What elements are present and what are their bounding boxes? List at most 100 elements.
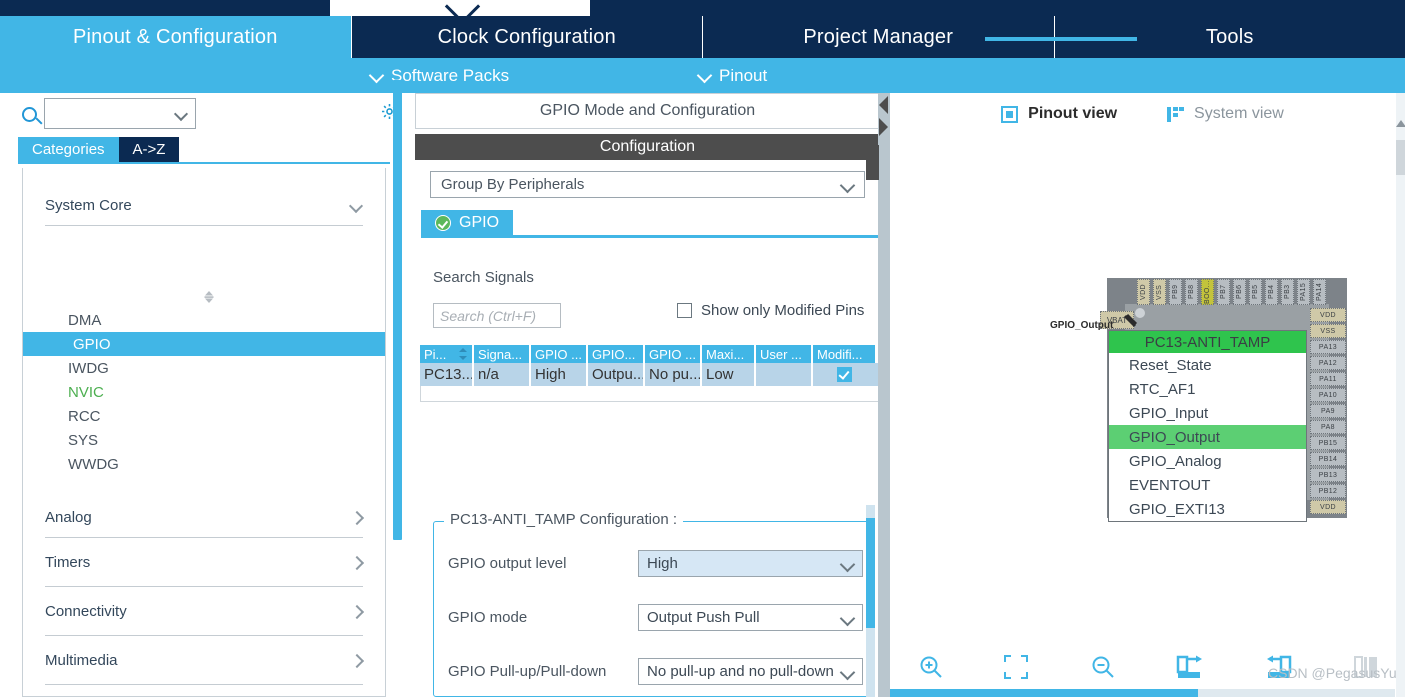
middle-scrollbar-thumb[interactable]	[866, 518, 875, 628]
sidebar-item-iwdg[interactable]: IWDG	[23, 356, 385, 380]
fit-screen-button[interactable]	[995, 648, 1037, 686]
pin-top-5[interactable]: PB7	[1217, 279, 1230, 305]
main-tab-bar: Pinout & Configuration Clock Configurati…	[0, 16, 1405, 58]
category-computing[interactable]: Computing	[45, 685, 363, 696]
column-header-gpio-mode[interactable]: GPIO...	[588, 345, 645, 363]
column-header-signal[interactable]: Signa...	[474, 345, 531, 363]
chevron-down-icon[interactable]	[350, 201, 363, 210]
pin-top-3[interactable]: PB8	[1185, 279, 1198, 305]
tab-categories[interactable]: Categories	[18, 137, 119, 162]
tab-pinout-view[interactable]: Pinout view	[1001, 105, 1117, 123]
pin-top-11[interactable]: PA14	[1313, 279, 1326, 305]
column-header-gpio-pull[interactable]: GPIO ...	[645, 345, 702, 363]
pin-right-12[interactable]: VDD	[1310, 500, 1346, 514]
pin-right-2[interactable]: PA13	[1310, 340, 1346, 354]
sort-icon[interactable]	[458, 348, 468, 360]
chevron-down-icon[interactable]	[841, 613, 854, 623]
tab-clock-configuration[interactable]: Clock Configuration	[352, 16, 703, 58]
table-row[interactable]: PC13... n/a High Outpu... No pu... Low	[420, 363, 880, 386]
modified-checkbox[interactable]	[836, 367, 852, 382]
menu-item-gpio-input[interactable]: GPIO_Input	[1109, 401, 1306, 425]
chevron-right-icon[interactable]	[352, 556, 363, 569]
pin-right-8[interactable]: PB15	[1310, 436, 1346, 450]
menu-item-rtc-af1[interactable]: RTC_AF1	[1109, 377, 1306, 401]
pin-right-6[interactable]: PA9	[1310, 404, 1346, 418]
column-header-modified[interactable]: Modifi...	[813, 345, 875, 363]
group-by-select[interactable]: Group By Peripherals	[430, 171, 865, 198]
chevron-right-icon[interactable]	[352, 511, 363, 524]
column-header-max-speed[interactable]: Maxi...	[702, 345, 756, 363]
pin-top-4[interactable]: BOO...	[1201, 279, 1214, 305]
zoom-in-button[interactable]	[910, 648, 952, 686]
menu-item-gpio-analog[interactable]: GPIO_Analog	[1109, 449, 1306, 473]
chevron-down-icon[interactable]	[841, 667, 854, 677]
menu-item-gpio-output[interactable]: GPIO_Output	[1109, 425, 1306, 449]
pin-right-5[interactable]: PA10	[1310, 388, 1346, 402]
pin-top-8[interactable]: PB4	[1265, 279, 1278, 305]
column-header-user-label[interactable]: User ...	[756, 345, 813, 363]
column-header-gpio-output-level[interactable]: GPIO ...	[531, 345, 588, 363]
pin-right-7[interactable]: PA8	[1310, 420, 1346, 434]
right-scrollbar-thumb[interactable]	[1396, 140, 1405, 175]
pin-top-10[interactable]: PA15	[1297, 279, 1310, 305]
sidebar-item-gpio[interactable]: GPIO	[23, 332, 385, 356]
field-gpio-mode: GPIO mode Output Push Pull	[448, 604, 863, 631]
pin-right-4[interactable]: PA11	[1310, 372, 1346, 386]
signal-search-input[interactable]: Search (Ctrl+F)	[433, 303, 561, 328]
sidebar-item-sys[interactable]: SYS	[23, 428, 385, 452]
sidebar-item-rcc[interactable]: RCC	[23, 404, 385, 428]
menu-item-reset-state[interactable]: Reset_State	[1109, 353, 1306, 377]
menu-software-packs[interactable]: Software Packs	[370, 58, 509, 93]
menu-item-gpio-exti13[interactable]: GPIO_EXTI13	[1109, 497, 1306, 521]
pin-top-0[interactable]: VDD	[1137, 279, 1150, 305]
chevron-down-icon[interactable]	[841, 180, 854, 190]
zoom-out-button[interactable]	[1082, 648, 1124, 686]
category-system-core[interactable]: System Core	[45, 186, 363, 226]
bottom-scrollbar-thumb[interactable]	[890, 689, 1198, 697]
column-header-pin[interactable]: Pi...	[420, 345, 474, 363]
show-modified-pins-row[interactable]: Show only Modified Pins	[677, 302, 864, 319]
pin-top-6[interactable]: PB6	[1233, 279, 1246, 305]
pin-right-11[interactable]: PB12	[1310, 484, 1346, 498]
tab-pinout-configuration[interactable]: Pinout & Configuration	[0, 16, 352, 58]
sidebar-item-wwdg[interactable]: WWDG	[23, 452, 385, 476]
sidebar-item-dma[interactable]: DMA	[23, 308, 385, 332]
gpio-pull-select[interactable]: No pull-up and no pull-down	[638, 658, 863, 685]
tab-a-to-z[interactable]: A->Z	[118, 137, 180, 162]
collapse-left-icon[interactable]	[879, 96, 888, 114]
category-connectivity[interactable]: Connectivity	[45, 587, 363, 636]
sidebar-item-nvic[interactable]: NVIC	[23, 380, 385, 404]
pin-right-1[interactable]: VSS	[1310, 324, 1346, 338]
divider-grip[interactable]	[866, 145, 879, 180]
pin-top-9[interactable]: PB3	[1281, 279, 1294, 305]
rotate-right-button[interactable]	[1170, 648, 1212, 686]
panel-divider[interactable]	[878, 93, 890, 697]
pin-right-3[interactable]: PA12	[1310, 356, 1346, 370]
pin-right-9[interactable]: PB14	[1310, 452, 1346, 466]
left-scrollbar-thumb[interactable]	[393, 80, 402, 540]
pin-right-0[interactable]: VDD	[1310, 308, 1346, 322]
chevron-down-icon[interactable]	[841, 559, 854, 569]
pin-right-10[interactable]: PB13	[1310, 468, 1346, 482]
category-timers[interactable]: Timers	[45, 538, 363, 587]
scroll-updown-icon[interactable]	[201, 289, 217, 305]
chevron-right-icon[interactable]	[352, 654, 363, 667]
tab-system-view[interactable]: System view	[1167, 105, 1284, 123]
expand-right-icon[interactable]	[879, 118, 888, 136]
chevron-down-icon[interactable]	[176, 109, 187, 120]
pin-top-2[interactable]: PB9	[1169, 279, 1182, 305]
pin-top-1[interactable]: VSS	[1153, 279, 1166, 305]
gpio-output-level-select[interactable]: High	[638, 550, 863, 577]
peripheral-search-input[interactable]	[44, 98, 196, 129]
menu-item-eventout[interactable]: EVENTOUT	[1109, 473, 1306, 497]
category-multimedia[interactable]: Multimedia	[45, 636, 363, 685]
category-analog[interactable]: Analog	[45, 498, 363, 538]
show-modified-pins-checkbox[interactable]	[677, 303, 692, 318]
scroll-up-icon[interactable]	[1396, 120, 1405, 127]
tab-gpio[interactable]: GPIO	[421, 210, 514, 235]
menu-pinout[interactable]: Pinout	[698, 58, 767, 93]
chevron-right-icon[interactable]	[352, 605, 363, 618]
pin-top-7[interactable]: PB5	[1249, 279, 1262, 305]
tab-label: Project Manager	[803, 25, 954, 48]
gpio-mode-select[interactable]: Output Push Pull	[638, 604, 863, 631]
